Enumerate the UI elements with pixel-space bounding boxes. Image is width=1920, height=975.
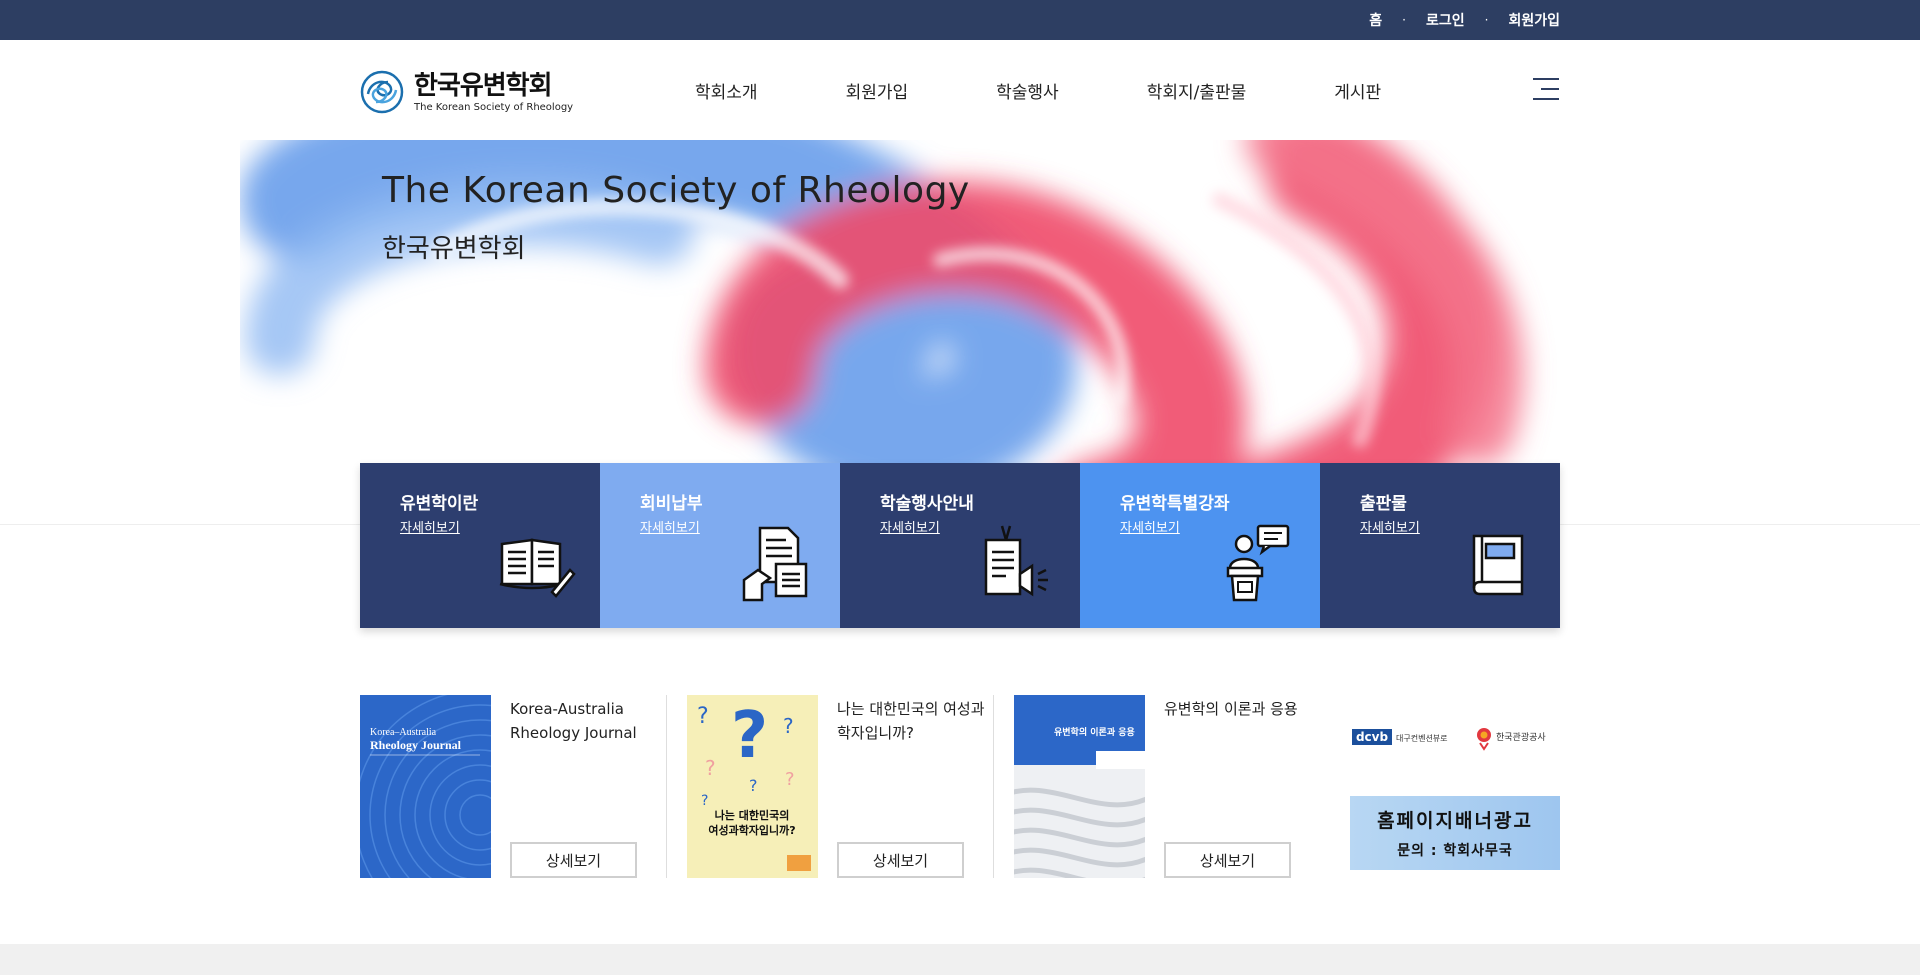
nav-board[interactable]: 게시판 [1334,78,1381,103]
document-hand-icon [742,526,808,602]
svg-text:?: ? [701,793,708,809]
quick-item-link[interactable]: 자세히보기 [1360,517,1420,536]
footer [0,944,1920,975]
svg-text:?: ? [697,704,709,729]
svg-text:한국관광공사: 한국관광공사 [1496,731,1546,743]
publication-item: 유변학의 이론과 응용 유변학의 이론과 응용 상세보기 [1014,695,1314,880]
quick-item-lecture[interactable]: 유변학특별강좌 자세히보기 [1080,463,1320,628]
svg-text:?: ? [783,714,794,738]
hero-title: The Korean Society of Rheology [382,170,970,211]
book-cover-image: ? ? ? ? ? ? ? 나는 대한민국의 여성과학자입니까? [687,695,818,878]
svg-text:대구컨벤션뷰로: 대구컨벤션뷰로 [1396,733,1448,743]
svg-text:Korea–Australia: Korea–Australia [370,727,437,738]
quick-item-fee[interactable]: 회비납부 자세히보기 [600,463,840,628]
separator-dot: · [1402,13,1406,27]
lecturer-podium-icon [1226,524,1290,602]
korea-tourism-logo: 한국관광공사 [1477,728,1546,751]
svg-text:Rheology Journal: Rheology Journal [370,738,462,752]
publication-item: ? ? ? ? ? ? ? 나는 대한민국의 여성과학자입니까? 나는 대한민국… [687,695,987,880]
book-cover-image: 유변학의 이론과 응용 [1014,695,1145,878]
divider [993,695,994,878]
site-header: 한국유변학회 The Korean Society of Rheology 학회… [0,40,1920,140]
nav-events[interactable]: 학술행사 [996,78,1059,103]
publication-title: 나는 대한민국의 여성과학자입니까? [837,700,985,742]
ad-banner-title: 홈페이지배너광고 [1377,810,1533,832]
detail-button[interactable]: 상세보기 [837,842,964,878]
quick-item-link[interactable]: 자세히보기 [400,517,460,536]
utility-links: 홈 · 로그인 · 회원가입 [1369,0,1560,40]
dcvb-logo: dcvb 대구컨벤션뷰로 [1352,729,1448,745]
publication-title: Korea-Australia Rheology Journal [510,700,637,742]
quick-item-title: 출판물 [1360,494,1407,514]
svg-text:여성과학자입니까?: 여성과학자입니까? [708,823,795,837]
logo-swirl-icon [360,70,404,114]
quick-item-publications[interactable]: 출판물 자세히보기 [1320,463,1560,628]
publication-title: 유변학의 이론과 응용 [1164,700,1298,718]
quick-item-link[interactable]: 자세히보기 [880,517,940,536]
book-icon [1472,534,1524,596]
journal-cover-image: Korea–Australia Rheology Journal [360,695,491,878]
svg-text:?: ? [749,776,758,795]
nav-membership[interactable]: 회원가입 [846,78,909,103]
quick-item-title: 회비납부 [640,494,703,514]
ad-banner[interactable]: 홈페이지배너광고 문의 : 학회사무국 [1350,796,1560,870]
svg-text:?: ? [705,756,716,780]
main-nav: 학회소개 회원가입 학술행사 학회지/출판물 게시판 [695,78,1381,103]
login-link[interactable]: 로그인 [1426,10,1465,30]
nav-journal[interactable]: 학회지/출판물 [1147,78,1247,103]
megaphone-notice-icon [984,525,1048,597]
logo-english-name: The Korean Society of Rheology [414,101,574,113]
svg-text:유변학의 이론과 응용: 유변학의 이론과 응용 [1054,726,1135,738]
quick-item-rheology[interactable]: 유변학이란 자세히보기 [360,463,600,628]
svg-text:나는 대한민국의: 나는 대한민국의 [715,808,790,822]
svg-text:?: ? [731,699,768,773]
svg-text:dcvb: dcvb [1356,730,1389,744]
home-link[interactable]: 홈 [1369,10,1382,30]
logo-korean-name: 한국유변학회 [414,70,553,101]
quick-item-title: 유변학이란 [400,494,479,514]
quick-item-link[interactable]: 자세히보기 [640,517,700,536]
signup-link[interactable]: 회원가입 [1508,10,1560,30]
detail-button[interactable]: 상세보기 [1164,842,1291,878]
site-logo[interactable]: 한국유변학회 The Korean Society of Rheology [360,68,573,116]
separator-dot: · [1484,13,1489,27]
hamburger-menu-icon[interactable] [1533,78,1559,100]
quick-item-link[interactable]: 자세히보기 [1120,517,1180,536]
quick-item-title: 학술행사안내 [880,494,974,514]
divider [666,695,667,878]
detail-button[interactable]: 상세보기 [510,842,637,878]
ad-banner-contact: 문의 : 학회사무국 [1397,843,1513,859]
quick-item-events[interactable]: 학술행사안내 자세히보기 [840,463,1080,628]
quick-menu: 유변학이란 자세히보기 회비납부 자세히보기 학술행사안내 자세히보기 유변학특… [360,463,1560,628]
quick-item-title: 유변학특별강좌 [1120,494,1230,514]
top-utility-bar: 홈 · 로그인 · 회원가입 [0,0,1920,40]
partner-banner[interactable]: dcvb 대구컨벤션뷰로 한국관광공사 [1350,702,1560,772]
open-book-icon [499,538,576,598]
nav-about[interactable]: 학회소개 [695,78,758,103]
hero-subtitle: 한국유변학회 [382,234,526,264]
publication-item: Korea–Australia Rheology Journal Korea-A… [360,695,660,880]
svg-text:?: ? [785,769,795,790]
logo-text: 한국유변학회 The Korean Society of Rheology [414,72,573,113]
